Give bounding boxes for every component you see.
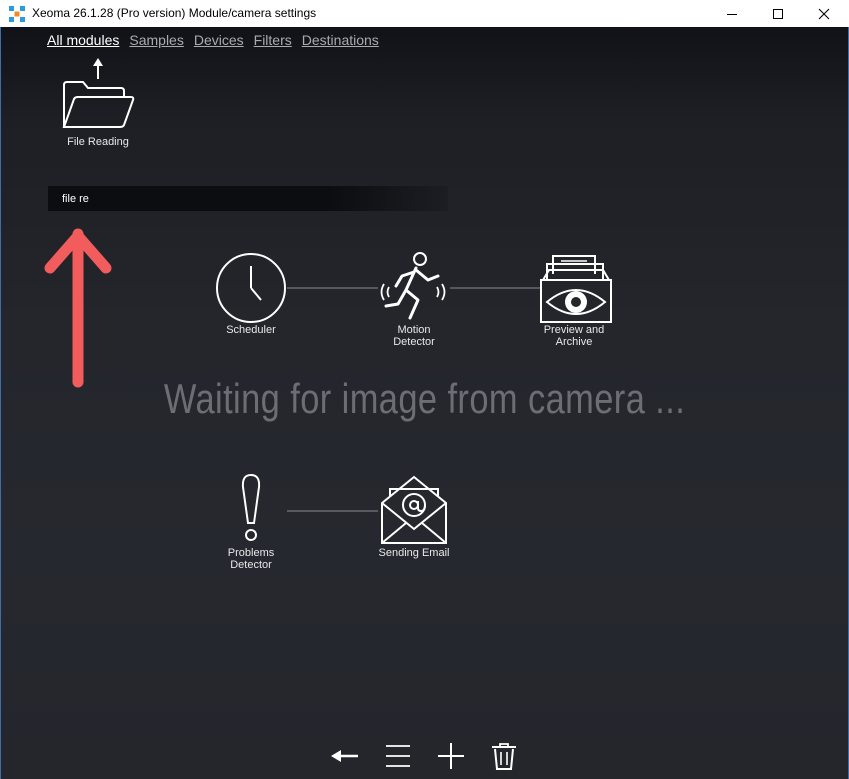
module-label: Problems Detector [227,547,275,571]
maximize-button[interactable] [755,0,801,27]
close-icon [818,8,830,19]
menu-icon [386,745,410,767]
minimize-icon [727,13,737,15]
module-sending-email[interactable]: Sending Email [369,473,459,573]
trash-icon [492,743,516,770]
camera-status-text: Waiting for image from camera ... [163,375,686,422]
plus-icon [438,743,464,769]
xeoma-logo-icon [9,6,25,22]
window-title: Xeoma 26.1.28 (Pro version) Module/camer… [32,6,317,20]
delete-button[interactable] [486,739,522,773]
minimize-button[interactable] [709,0,755,27]
module-settings-canvas: All modules Samples Devices Filters Dest… [1,27,848,779]
module-label: Sending Email [378,547,450,559]
module-scheduler[interactable]: Scheduler [206,250,296,340]
back-arrow-icon [331,750,358,762]
module-problems-detector[interactable]: Problems Detector [206,473,296,573]
module-label: Preview and Archive [543,324,605,348]
close-button[interactable] [801,0,847,27]
menu-button[interactable] [380,739,416,773]
add-module-button[interactable] [433,739,469,773]
module-preview-and-archive[interactable]: Preview and Archive [529,250,619,350]
app-window: Xeoma 26.1.28 (Pro version) Module/camer… [0,0,849,779]
exclamation-icon [241,473,261,541]
module-label: Motion Detector [393,324,435,348]
module-motion-detector[interactable]: Motion Detector [369,250,459,350]
maximize-icon [773,8,783,19]
email-at-icon [381,475,447,544]
clock-icon [216,253,286,323]
title-bar[interactable]: Xeoma 26.1.28 (Pro version) Module/camer… [0,0,849,27]
back-button[interactable] [327,739,363,773]
archive-eye-icon [540,255,612,323]
module-label: Scheduler [226,324,276,336]
running-person-icon [380,252,446,320]
